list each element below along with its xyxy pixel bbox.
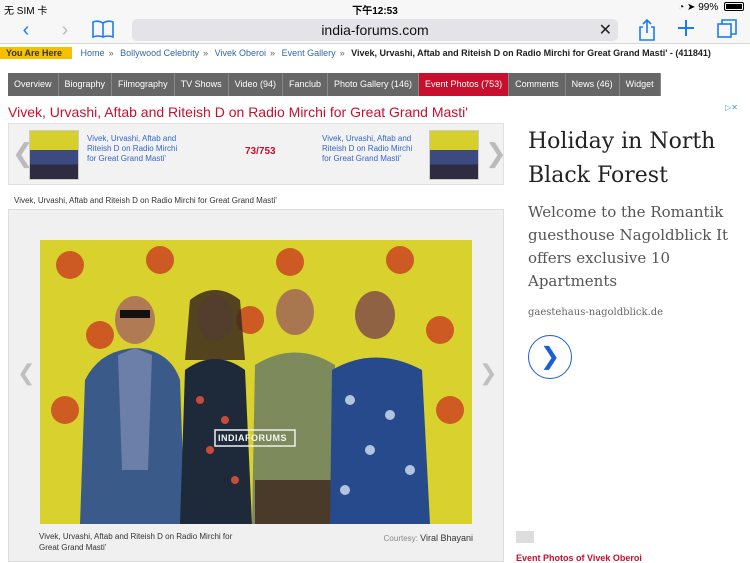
tab-tv-shows[interactable]: TV Shows	[174, 73, 229, 96]
tab-video[interactable]: Video (94)	[228, 73, 283, 96]
forward-chevron-icon[interactable]: ›	[55, 19, 75, 41]
tab-overview[interactable]: Overview	[8, 73, 59, 96]
photo-next-icon[interactable]: ❯	[479, 360, 497, 386]
battery-percent: 99%	[698, 2, 719, 13]
courtesy-name: Viral Bhayani	[420, 533, 473, 543]
event-photo-drawing	[40, 240, 472, 524]
next-photo-link[interactable]: Vivek, Urvashi, Aftab and Riteish D on R…	[322, 134, 422, 164]
status-bar: 无 SIM 卡 下午12:53 ◔ ➤ 99%	[0, 0, 750, 17]
browser-toolbar: ‹ › india-forums.com ✕	[0, 16, 750, 44]
location-icon: ➤	[687, 2, 696, 13]
tabs-overview-icon[interactable]	[716, 19, 738, 41]
thumbnail-strip: ❮ Vivek, Urvashi, Aftab and Riteish D on…	[8, 123, 507, 185]
photo-courtesy: Courtesy: Viral Bhayani	[384, 533, 473, 543]
prev-photo-link[interactable]: Vivek, Urvashi, Aftab and Riteish D on R…	[87, 134, 187, 164]
photo-counter: 73/753	[245, 146, 276, 157]
breadcrumb-vivek[interactable]: Vivek Oberoi	[215, 48, 266, 58]
share-icon[interactable]	[637, 18, 657, 41]
battery-indicator: ◔ ➤ 99%	[678, 2, 744, 13]
tab-widget[interactable]: Widget	[619, 73, 661, 96]
photo-watermark: INDIAFORUMS	[218, 433, 287, 443]
tab-photo-gallery[interactable]: Photo Gallery (146)	[328, 73, 420, 96]
bookmarks-book-icon[interactable]	[90, 19, 116, 41]
tab-filmography[interactable]: Filmography	[112, 73, 175, 96]
next-arrow-icon[interactable]: ❯	[485, 138, 507, 169]
ad-domain: gaestehaus-nagoldblick.de	[528, 307, 664, 318]
tab-fanclub[interactable]: Fanclub	[282, 73, 328, 96]
tab-biography[interactable]: Biography	[58, 73, 113, 96]
address-bar[interactable]: india-forums.com ✕	[132, 19, 618, 41]
page-title: Vivek, Urvashi, Aftab and Riteish D on R…	[8, 104, 468, 120]
clock: 下午12:53	[352, 6, 398, 17]
new-tab-plus-icon[interactable]	[676, 19, 696, 41]
sidebar-thumbnail	[516, 531, 534, 543]
tab-comments[interactable]: Comments	[509, 73, 566, 96]
tab-event-photos[interactable]: Event Photos (753)	[419, 73, 510, 96]
adchoices-icon[interactable]: ▷✕	[716, 103, 738, 113]
ad-body: Welcome to the Romantik guesthouse Nagol…	[528, 203, 729, 290]
ad-headline[interactable]: Holiday in North Black Forest	[528, 125, 738, 193]
url-text: india-forums.com	[321, 22, 429, 38]
battery-icon	[724, 2, 744, 11]
photo-prev-icon[interactable]: ❮	[17, 360, 35, 386]
clear-url-icon[interactable]: ✕	[599, 20, 612, 40]
lock-icon: ◔	[678, 2, 685, 13]
celebrity-tabs: Overview Biography Filmography TV Shows …	[8, 73, 661, 96]
photo-title: Vivek, Urvashi, Aftab and Riteish D on R…	[14, 196, 277, 205]
breadcrumb: You Are Here Home» Bollywood Celebrity» …	[0, 47, 711, 61]
ad-go-arrow-icon[interactable]: ❯	[528, 335, 572, 379]
next-thumbnail[interactable]	[429, 130, 479, 180]
breadcrumb-event-gallery[interactable]: Event Gallery	[282, 48, 336, 58]
web-page: You Are Here Home» Bollywood Celebrity» …	[0, 45, 750, 563]
breadcrumb-bollywood[interactable]: Bollywood Celebrity	[120, 48, 199, 58]
ad-panel[interactable]: ▷✕ Holiday in North Black Forest Welcome…	[514, 103, 742, 403]
prev-thumbnail[interactable]	[29, 130, 79, 180]
breadcrumb-current: Vivek, Urvashi, Aftab and Riteish D on R…	[351, 48, 711, 58]
event-photo[interactable]: INDIAFORUMS	[40, 240, 472, 524]
courtesy-label: Courtesy:	[383, 534, 418, 543]
tab-news[interactable]: News (46)	[565, 73, 620, 96]
photo-caption: Vivek, Urvashi, Aftab and Riteish D on R…	[39, 532, 233, 552]
back-chevron-icon[interactable]: ‹	[16, 19, 36, 41]
breadcrumb-home[interactable]: Home	[81, 48, 105, 58]
photo-viewer: ❮ ❯ INDIAFORUMS Vivek, Urvashi, Aftab an…	[8, 209, 504, 562]
you-are-here-tag: You Are Here	[0, 47, 73, 59]
